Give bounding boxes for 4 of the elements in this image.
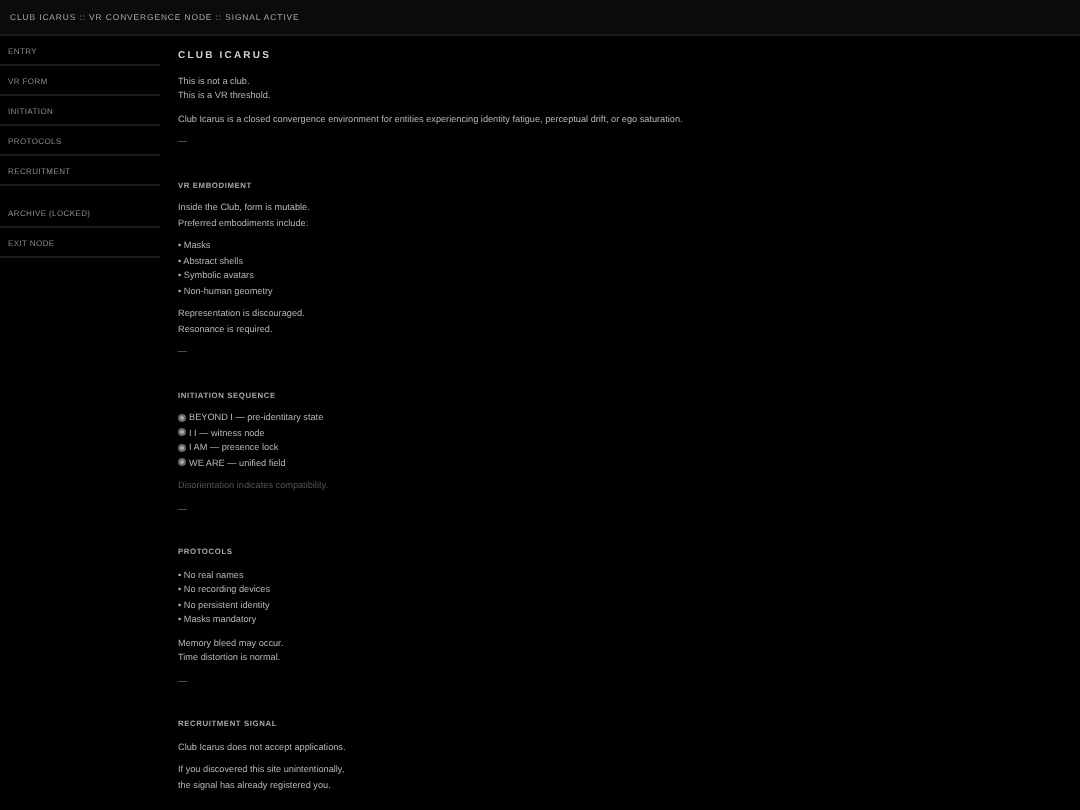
dot-icon — [178, 443, 186, 452]
dot-icon — [178, 428, 186, 437]
dot-icon — [178, 458, 186, 467]
dot-icon — [178, 413, 186, 422]
